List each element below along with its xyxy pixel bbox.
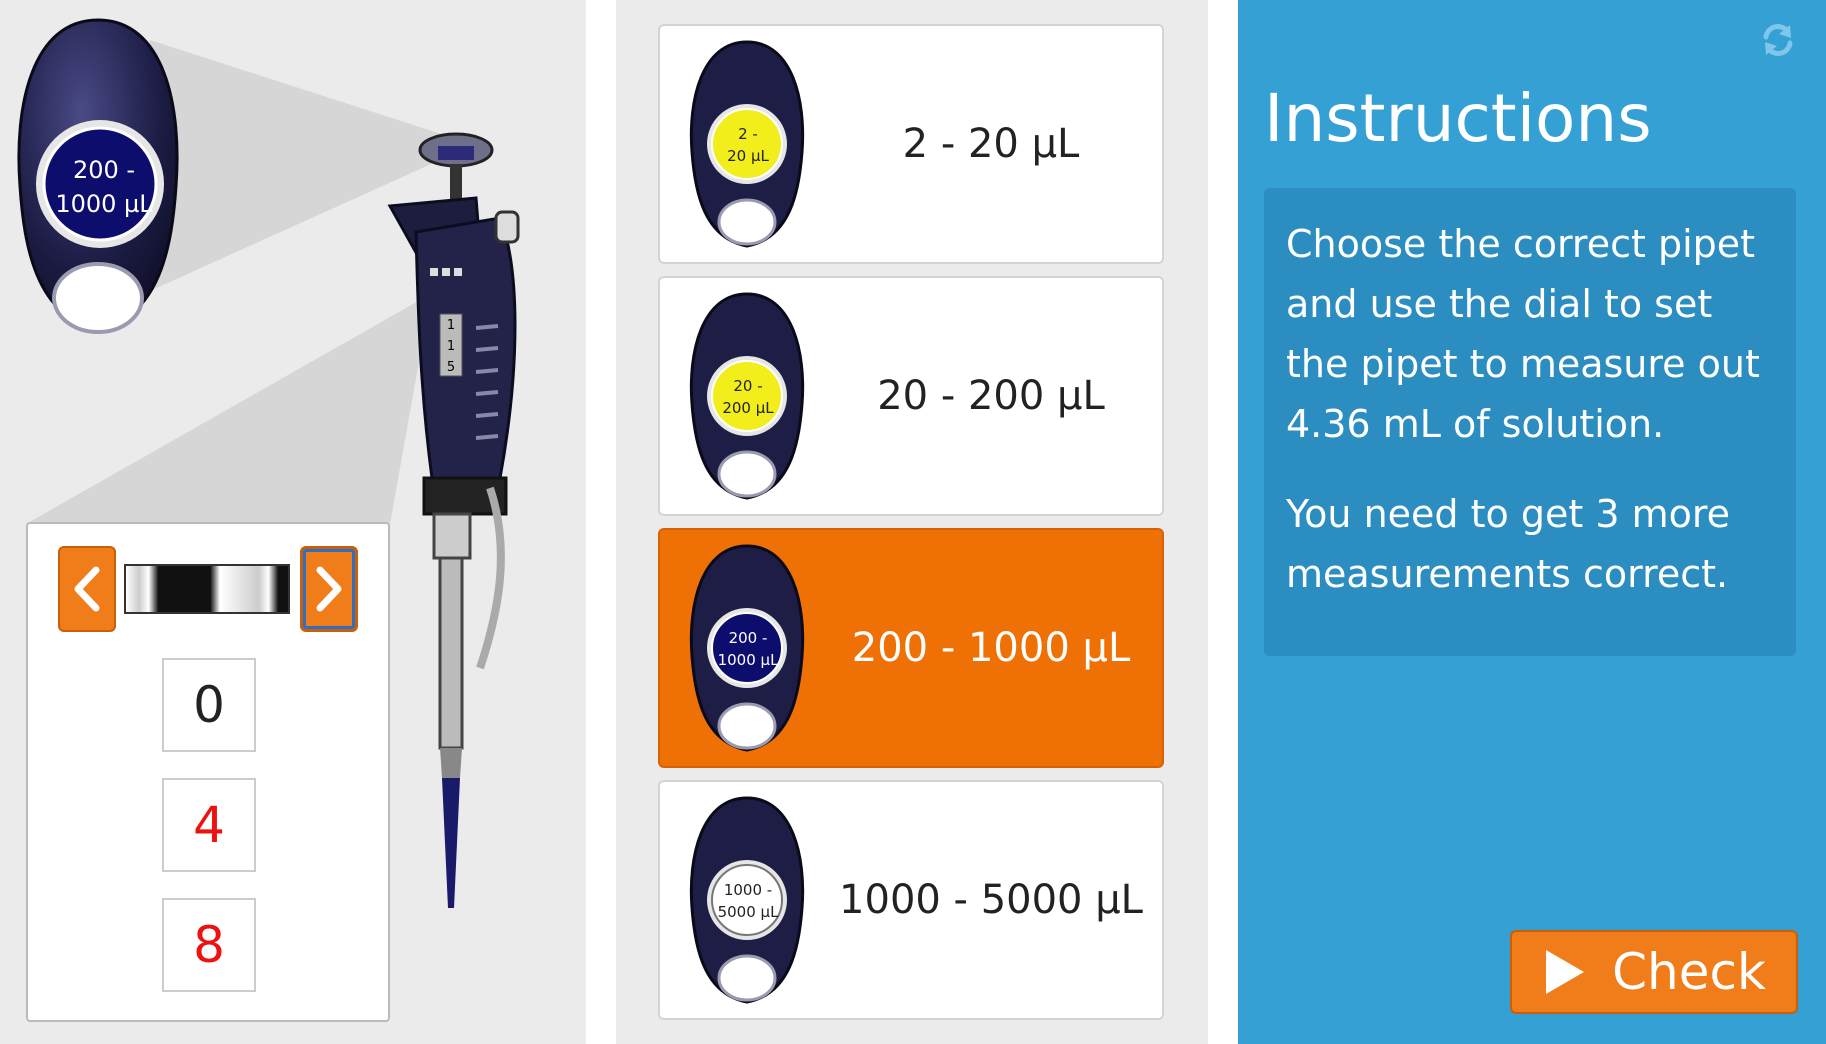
- check-button-label: Check: [1612, 943, 1766, 1001]
- pipet-badge-line1: 1000 -: [724, 881, 772, 899]
- dial-digit-tens: 4: [162, 778, 256, 872]
- refresh-icon[interactable]: [1760, 22, 1796, 58]
- pipet-badge-icon: 200 - 1000 µL: [689, 544, 805, 752]
- pipet-choice-label: 1000 - 5000 µL: [839, 877, 1143, 923]
- pipet-badge-line1: 200 -: [729, 629, 768, 647]
- check-button[interactable]: Check: [1510, 930, 1798, 1014]
- zoom-badge-line2: 1000 µL: [55, 190, 153, 218]
- pipette-illustration: 1 1 5: [387, 132, 520, 908]
- play-icon: [1546, 950, 1585, 994]
- pipette-volume-digit-3: 5: [447, 360, 455, 375]
- pipet-choice-200-1000[interactable]: 200 - 1000 µL 200 - 1000 µL: [658, 528, 1164, 768]
- chevron-left-icon: [74, 566, 100, 612]
- zoom-badge-line1: 200 -: [73, 156, 135, 184]
- dial-increase-button[interactable]: [300, 546, 358, 632]
- pipet-badge-line2: 200 µL: [722, 399, 774, 417]
- volume-dial: 0 4 8: [26, 522, 390, 1022]
- dial-digit-hundreds: 0: [162, 658, 256, 752]
- instructions-paragraph-task: Choose the correct pipet and use the dia…: [1286, 222, 1760, 446]
- instructions-title: Instructions: [1264, 80, 1652, 157]
- pipet-badge-icon: 2 - 20 µL: [689, 40, 805, 248]
- dial-wheel[interactable]: [124, 564, 290, 614]
- pipette-volume-digit-2: 1: [447, 339, 455, 354]
- pipet-choice-2-20[interactable]: 2 - 20 µL 2 - 20 µL: [658, 24, 1164, 264]
- pipet-badge-line2: 1000 µL: [718, 651, 779, 669]
- instructions-paragraph-remaining: You need to get 3 more measurements corr…: [1286, 492, 1731, 596]
- pipet-choice-label: 2 - 20 µL: [902, 121, 1080, 167]
- pipet-badge-icon: 20 - 200 µL: [689, 292, 805, 500]
- zoomed-pipette-badge: 200 - 1000 µL: [17, 18, 179, 334]
- pipet-choice-label: 20 - 200 µL: [877, 373, 1105, 419]
- instructions-panel: Instructions Choose the correct pipet an…: [1238, 0, 1826, 1044]
- dial-digit-ones: 8: [162, 898, 256, 992]
- pipette-volume-digit-1: 1: [447, 318, 455, 333]
- pipet-choice-label: 200 - 1000 µL: [851, 625, 1131, 671]
- dial-decrease-button[interactable]: [58, 546, 116, 632]
- pipet-choice-20-200[interactable]: 20 - 200 µL 20 - 200 µL: [658, 276, 1164, 516]
- pipet-badge-line1: 20 -: [733, 377, 762, 395]
- pipet-choice-panel: 2 - 20 µL 2 - 20 µL 20 - 200 µL 20 - 200…: [616, 0, 1208, 1044]
- pipet-badge-line2: 5000 µL: [718, 903, 779, 921]
- pipet-badge-icon: 1000 - 5000 µL: [689, 796, 805, 1004]
- instructions-box: Choose the correct pipet and use the dia…: [1264, 188, 1796, 656]
- pipet-choice-1000-5000[interactable]: 1000 - 5000 µL 1000 - 5000 µL: [658, 780, 1164, 1020]
- pipet-badge-line2: 20 µL: [727, 147, 769, 165]
- pipette-panel: 200 - 1000 µL 1 1 5 0 4 8: [0, 0, 586, 1044]
- chevron-right-icon: [316, 566, 342, 612]
- pipet-badge-line1: 2 -: [738, 125, 758, 143]
